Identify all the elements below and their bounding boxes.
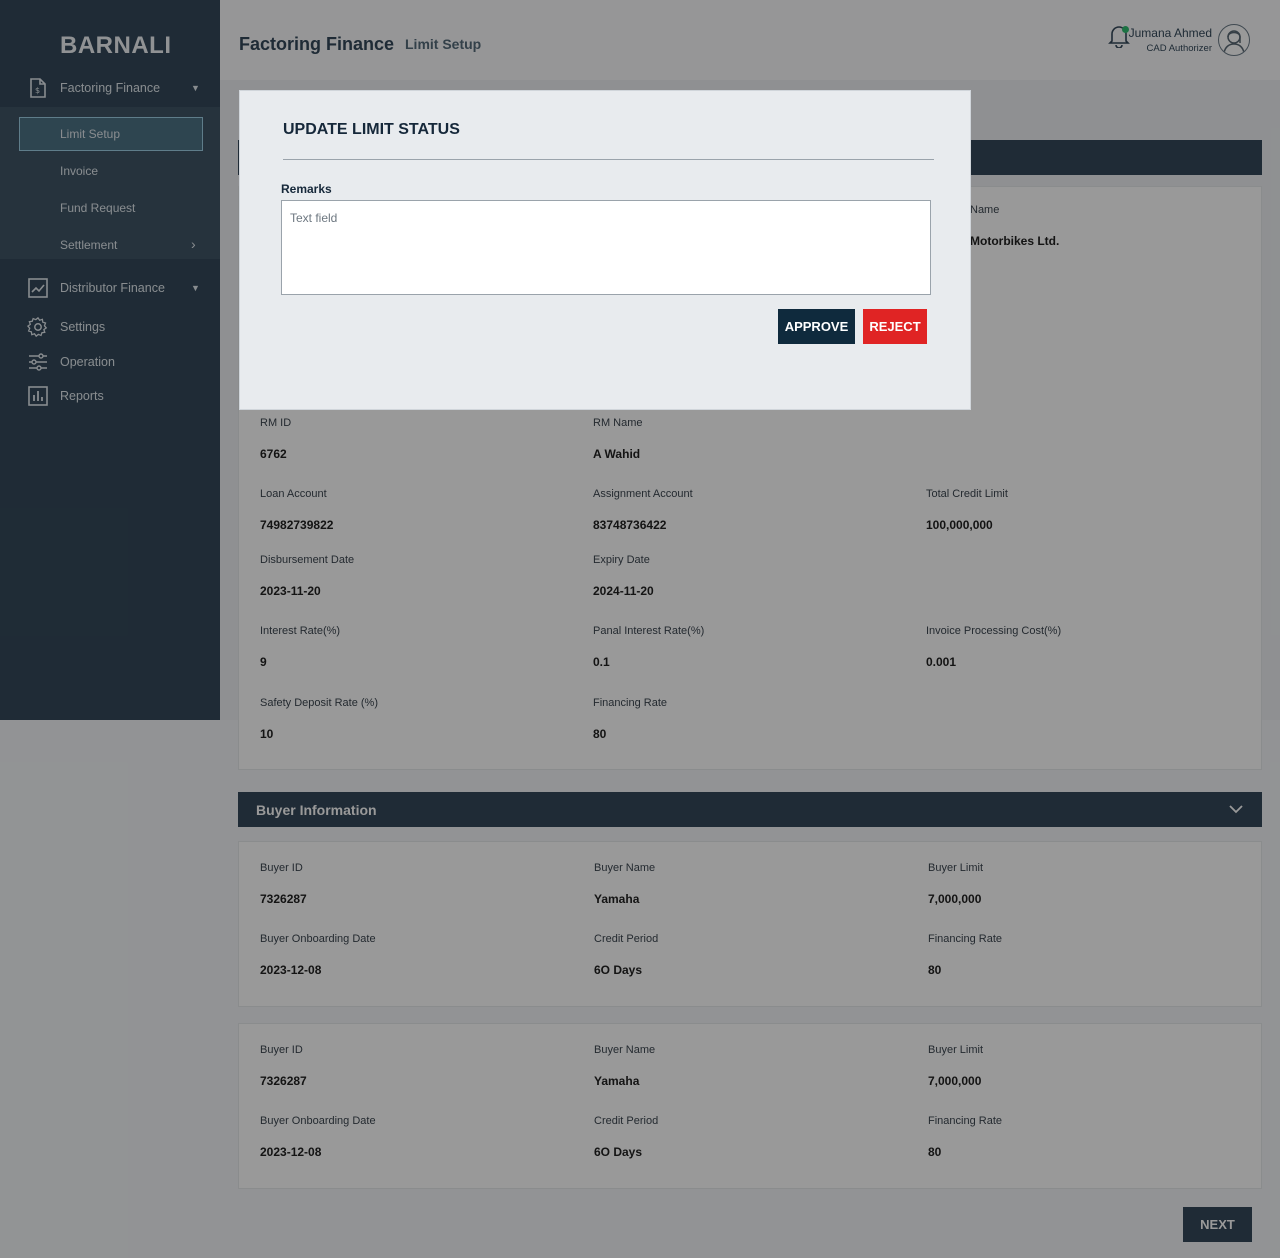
- remarks-field[interactable]: [281, 200, 931, 295]
- update-limit-status-modal: UPDATE LIMIT STATUS Remarks APPROVE REJE…: [239, 90, 971, 410]
- approve-button[interactable]: APPROVE: [778, 309, 855, 344]
- reject-button[interactable]: REJECT: [863, 309, 927, 344]
- divider: [283, 159, 934, 160]
- modal-title: UPDATE LIMIT STATUS: [283, 121, 460, 138]
- remarks-label: Remarks: [281, 182, 332, 196]
